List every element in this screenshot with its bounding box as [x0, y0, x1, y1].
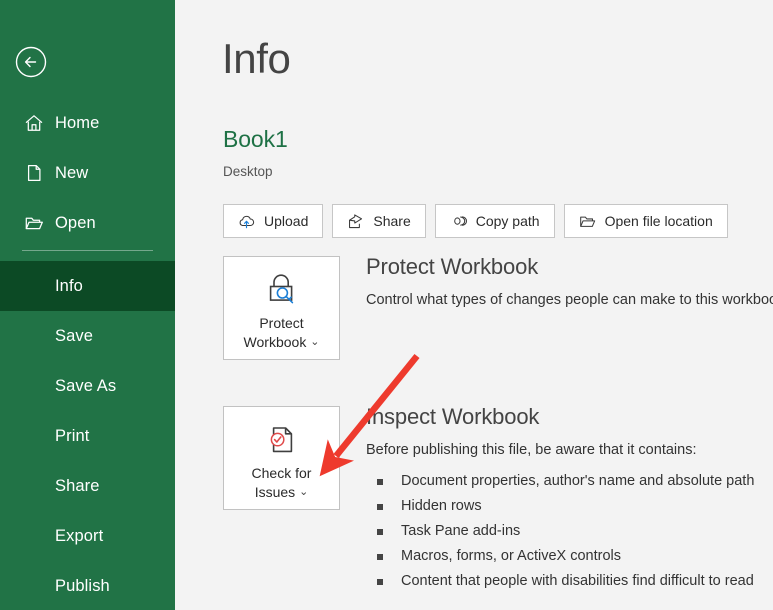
list-item: Document properties, author's name and a…: [366, 469, 773, 494]
protect-workbook-body: Protect Workbook Control what types of c…: [366, 256, 773, 309]
share-button[interactable]: Share: [332, 204, 425, 238]
document-name: Book1: [223, 128, 288, 151]
tile-label-line2: Issues: [255, 484, 295, 500]
back-button[interactable]: [15, 46, 47, 78]
list-item-label: Content that people with disabilities fi…: [401, 573, 754, 589]
list-item-label: Document properties, author's name and a…: [401, 473, 754, 489]
file-actions-toolbar: Upload Share: [223, 204, 728, 238]
list-item: Task Pane add-ins: [366, 519, 773, 544]
sidebar-item-label: Home: [55, 114, 99, 133]
tile-label-line1: Check for: [252, 465, 312, 481]
tile-label: Check for Issues ⌄: [228, 464, 336, 502]
list-item-label: Task Pane add-ins: [401, 523, 520, 539]
back-arrow-icon: [15, 46, 47, 78]
sidebar-item-info[interactable]: Info: [0, 261, 175, 311]
document-check-icon: [261, 421, 303, 459]
inspect-issues-list: Document properties, author's name and a…: [366, 469, 773, 594]
chevron-down-icon[interactable]: ⌄: [310, 335, 319, 350]
section-description: Before publishing this file, be aware th…: [366, 442, 773, 459]
upload-button[interactable]: Upload: [223, 204, 323, 238]
document-location: Desktop: [223, 165, 273, 179]
sidebar-item-save[interactable]: Save: [0, 311, 175, 361]
sidebar-primary-nav: Home New Open: [0, 98, 175, 248]
sidebar-item-export[interactable]: Export: [0, 511, 175, 561]
sidebar-item-save-as[interactable]: Save As: [0, 361, 175, 411]
button-label: Upload: [264, 214, 308, 228]
sidebar-item-label: New: [55, 164, 88, 183]
new-document-icon: [24, 163, 44, 183]
sidebar-item-label: Save: [55, 327, 93, 346]
check-for-issues-tile[interactable]: Check for Issues ⌄: [223, 406, 340, 510]
sidebar-item-open[interactable]: Open: [0, 198, 175, 248]
sidebar-item-label: Info: [55, 277, 83, 296]
tile-label-line2: Workbook: [244, 334, 307, 350]
lock-key-icon: [261, 271, 303, 309]
open-folder-icon: [24, 213, 44, 233]
sidebar-secondary-nav: Info Save Save As Print Share Export Pub…: [0, 261, 175, 610]
sidebar-item-new[interactable]: New: [0, 148, 175, 198]
open-file-location-button[interactable]: Open file location: [564, 204, 728, 238]
chevron-down-icon[interactable]: ⌄: [299, 485, 308, 500]
bullet-icon: [377, 529, 383, 535]
list-item: Content that people with disabilities fi…: [366, 569, 773, 594]
copy-path-button[interactable]: Copy path: [435, 204, 555, 238]
home-icon: [24, 113, 44, 133]
section-description: Control what types of changes people can…: [366, 292, 773, 309]
protect-workbook-tile[interactable]: Protect Workbook ⌄: [223, 256, 340, 360]
section-title: Protect Workbook: [366, 256, 773, 278]
link-icon: [450, 213, 467, 230]
tile-label-line1: Protect: [259, 315, 303, 331]
list-item: Hidden rows: [366, 494, 773, 519]
page-title: Info: [222, 38, 290, 80]
backstage-content: Info Book1 Desktop Upload: [175, 0, 773, 610]
inspect-workbook-body: Inspect Workbook Before publishing this …: [366, 406, 773, 594]
sidebar-item-label: Publish: [55, 577, 110, 596]
list-item-label: Macros, forms, or ActiveX controls: [401, 548, 621, 564]
share-icon: [347, 213, 364, 230]
sidebar-item-home[interactable]: Home: [0, 98, 175, 148]
sidebar-item-publish[interactable]: Publish: [0, 561, 175, 610]
button-label: Share: [373, 214, 410, 228]
excel-backstage-info-screen: Home New Open: [0, 0, 773, 610]
bullet-icon: [377, 579, 383, 585]
bullet-icon: [377, 504, 383, 510]
backstage-sidebar: Home New Open: [0, 0, 175, 610]
sidebar-item-print[interactable]: Print: [0, 411, 175, 461]
sidebar-item-share[interactable]: Share: [0, 461, 175, 511]
tile-label: Protect Workbook ⌄: [228, 314, 336, 352]
bullet-icon: [377, 554, 383, 560]
button-label: Copy path: [476, 214, 540, 228]
bullet-icon: [377, 479, 383, 485]
folder-open-icon: [579, 213, 596, 230]
button-label: Open file location: [605, 214, 713, 228]
list-item-label: Hidden rows: [401, 498, 482, 514]
section-title: Inspect Workbook: [366, 406, 773, 428]
list-item: Macros, forms, or ActiveX controls: [366, 544, 773, 569]
sidebar-item-label: Open: [55, 214, 96, 233]
sidebar-item-label: Export: [55, 527, 103, 546]
sidebar-item-label: Print: [55, 427, 89, 446]
cloud-upload-icon: [238, 213, 255, 230]
sidebar-item-label: Share: [55, 477, 100, 496]
sidebar-separator: [22, 250, 153, 251]
sidebar-item-label: Save As: [55, 377, 116, 396]
